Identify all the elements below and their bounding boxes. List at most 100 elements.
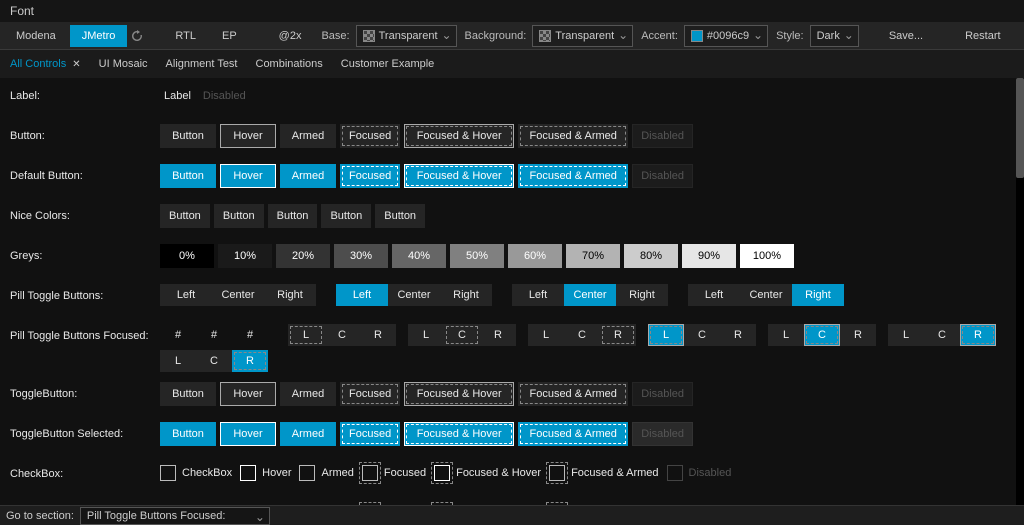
theme-modena-button[interactable]: Modena	[4, 25, 68, 47]
tab-alignment-test[interactable]: Alignment Test	[166, 58, 238, 70]
theme-jmetro-button[interactable]: JMetro	[70, 25, 128, 47]
pill-segment[interactable]: L	[408, 324, 444, 346]
pill-segment[interactable]: C	[804, 324, 840, 346]
checkbox[interactable]: Focused & Hover	[434, 462, 545, 484]
checkbox[interactable]: CheckBox	[160, 462, 236, 484]
grey-swatch[interactable]: 70%	[566, 244, 620, 268]
pill-segment[interactable]: L	[160, 350, 196, 372]
toggle-focused[interactable]: Focused	[340, 382, 400, 406]
default-button-focused[interactable]: Focused	[340, 164, 400, 188]
save-button[interactable]: Save...	[877, 25, 935, 47]
grey-swatch[interactable]: 100%	[740, 244, 794, 268]
accent-select[interactable]: #0096c9	[684, 25, 768, 47]
pill-hash-segment[interactable]: #	[232, 324, 268, 346]
restart-button[interactable]: Restart	[953, 25, 1012, 47]
button-armed[interactable]: Armed	[280, 124, 336, 148]
grey-swatch[interactable]: 50%	[450, 244, 504, 268]
grey-swatch[interactable]: 20%	[276, 244, 330, 268]
tab-ui-mosaic[interactable]: UI Mosaic	[99, 58, 148, 70]
pill-segment[interactable]: R	[232, 350, 268, 372]
grey-swatch[interactable]: 60%	[508, 244, 562, 268]
toggle-focused-armed[interactable]: Focused & Armed	[518, 382, 628, 406]
checkbox[interactable]: Armed	[299, 462, 357, 484]
pill-segment[interactable]: Left	[336, 284, 388, 306]
toggle-sel-focused-hover[interactable]: Focused & Hover	[404, 422, 514, 446]
tab-all-controls[interactable]: All Controls ✕	[10, 58, 81, 70]
default-button-focused-armed[interactable]: Focused & Armed	[518, 164, 628, 188]
grey-swatch[interactable]: 10%	[218, 244, 272, 268]
grey-swatch[interactable]: 30%	[334, 244, 388, 268]
toggle-sel-armed[interactable]: Armed	[280, 422, 336, 446]
toggle-sel-focused[interactable]: Focused	[340, 422, 400, 446]
pill-segment[interactable]: C	[444, 324, 480, 346]
pill-segment[interactable]: L	[288, 324, 324, 346]
pill-segment[interactable]: Right	[616, 284, 668, 306]
pill-segment[interactable]: R	[840, 324, 876, 346]
pill-segment[interactable]: C	[196, 350, 232, 372]
background-select[interactable]: Transparent	[532, 25, 633, 47]
grey-swatch[interactable]: 90%	[682, 244, 736, 268]
pill-segment[interactable]: R	[480, 324, 516, 346]
pill-segment[interactable]: R	[360, 324, 396, 346]
default-button-armed[interactable]: Armed	[280, 164, 336, 188]
toggle-focused-hover[interactable]: Focused & Hover	[404, 382, 514, 406]
checkbox[interactable]: Focused	[362, 462, 430, 484]
grey-swatch[interactable]: 40%	[392, 244, 446, 268]
pill-segment[interactable]: C	[564, 324, 600, 346]
nice-color-button[interactable]: Button	[160, 204, 210, 228]
toggle-sel-focused-armed[interactable]: Focused & Armed	[518, 422, 628, 446]
at2x-button[interactable]: @2x	[267, 25, 314, 47]
pill-segment[interactable]: L	[768, 324, 804, 346]
pill-segment[interactable]: Left	[688, 284, 740, 306]
rtl-button[interactable]: RTL	[163, 25, 208, 47]
pill-segment[interactable]: Right	[792, 284, 844, 306]
tab-combinations[interactable]: Combinations	[256, 58, 323, 70]
nice-color-button[interactable]: Button	[268, 204, 318, 228]
pill-segment[interactable]: R	[960, 324, 996, 346]
goto-section-select[interactable]: Pill Toggle Buttons Focused:	[80, 507, 270, 525]
pill-segment[interactable]: L	[648, 324, 684, 346]
toggle-sel-normal[interactable]: Button	[160, 422, 216, 446]
base-select[interactable]: Transparent	[356, 25, 457, 47]
pill-segment[interactable]: C	[924, 324, 960, 346]
pill-segment[interactable]: Center	[740, 284, 792, 306]
toggle-armed[interactable]: Armed	[280, 382, 336, 406]
pill-hash-segment[interactable]: #	[196, 324, 232, 346]
pill-segment[interactable]: Left	[160, 284, 212, 306]
pill-segment[interactable]: R	[720, 324, 756, 346]
button-hover[interactable]: Hover	[220, 124, 276, 148]
grey-swatch[interactable]: 0%	[160, 244, 214, 268]
pill-segment[interactable]: L	[528, 324, 564, 346]
toggle-sel-hover[interactable]: Hover	[220, 422, 276, 446]
button-normal[interactable]: Button	[160, 124, 216, 148]
pill-segment[interactable]: Center	[212, 284, 264, 306]
pill-segment[interactable]: Right	[440, 284, 492, 306]
button-focused-hover[interactable]: Focused & Hover	[404, 124, 514, 148]
tab-customer-example[interactable]: Customer Example	[341, 58, 435, 70]
style-select[interactable]: Dark	[810, 25, 859, 47]
pill-hash-segment[interactable]: #	[160, 324, 196, 346]
default-button-normal[interactable]: Button	[160, 164, 216, 188]
default-button-hover[interactable]: Hover	[220, 164, 276, 188]
scrollbar-thumb[interactable]	[1016, 78, 1024, 178]
nice-color-button[interactable]: Button	[321, 204, 371, 228]
ep-button[interactable]: EP	[210, 25, 249, 47]
button-focused[interactable]: Focused	[340, 124, 400, 148]
grey-swatch[interactable]: 80%	[624, 244, 678, 268]
pill-segment[interactable]: Center	[564, 284, 616, 306]
default-button-focused-hover[interactable]: Focused & Hover	[404, 164, 514, 188]
pill-segment[interactable]: Left	[512, 284, 564, 306]
pill-segment[interactable]: C	[684, 324, 720, 346]
nice-color-button[interactable]: Button	[375, 204, 425, 228]
nice-color-button[interactable]: Button	[214, 204, 264, 228]
pill-segment[interactable]: Center	[388, 284, 440, 306]
pill-segment[interactable]: L	[888, 324, 924, 346]
menu-font[interactable]: Font	[10, 4, 34, 18]
checkbox[interactable]: Focused & Armed	[549, 462, 662, 484]
button-focused-armed[interactable]: Focused & Armed	[518, 124, 628, 148]
toggle-hover[interactable]: Hover	[220, 382, 276, 406]
pill-segment[interactable]: C	[324, 324, 360, 346]
refresh-icon[interactable]	[129, 28, 145, 44]
pill-segment[interactable]: R	[600, 324, 636, 346]
toggle-normal[interactable]: Button	[160, 382, 216, 406]
